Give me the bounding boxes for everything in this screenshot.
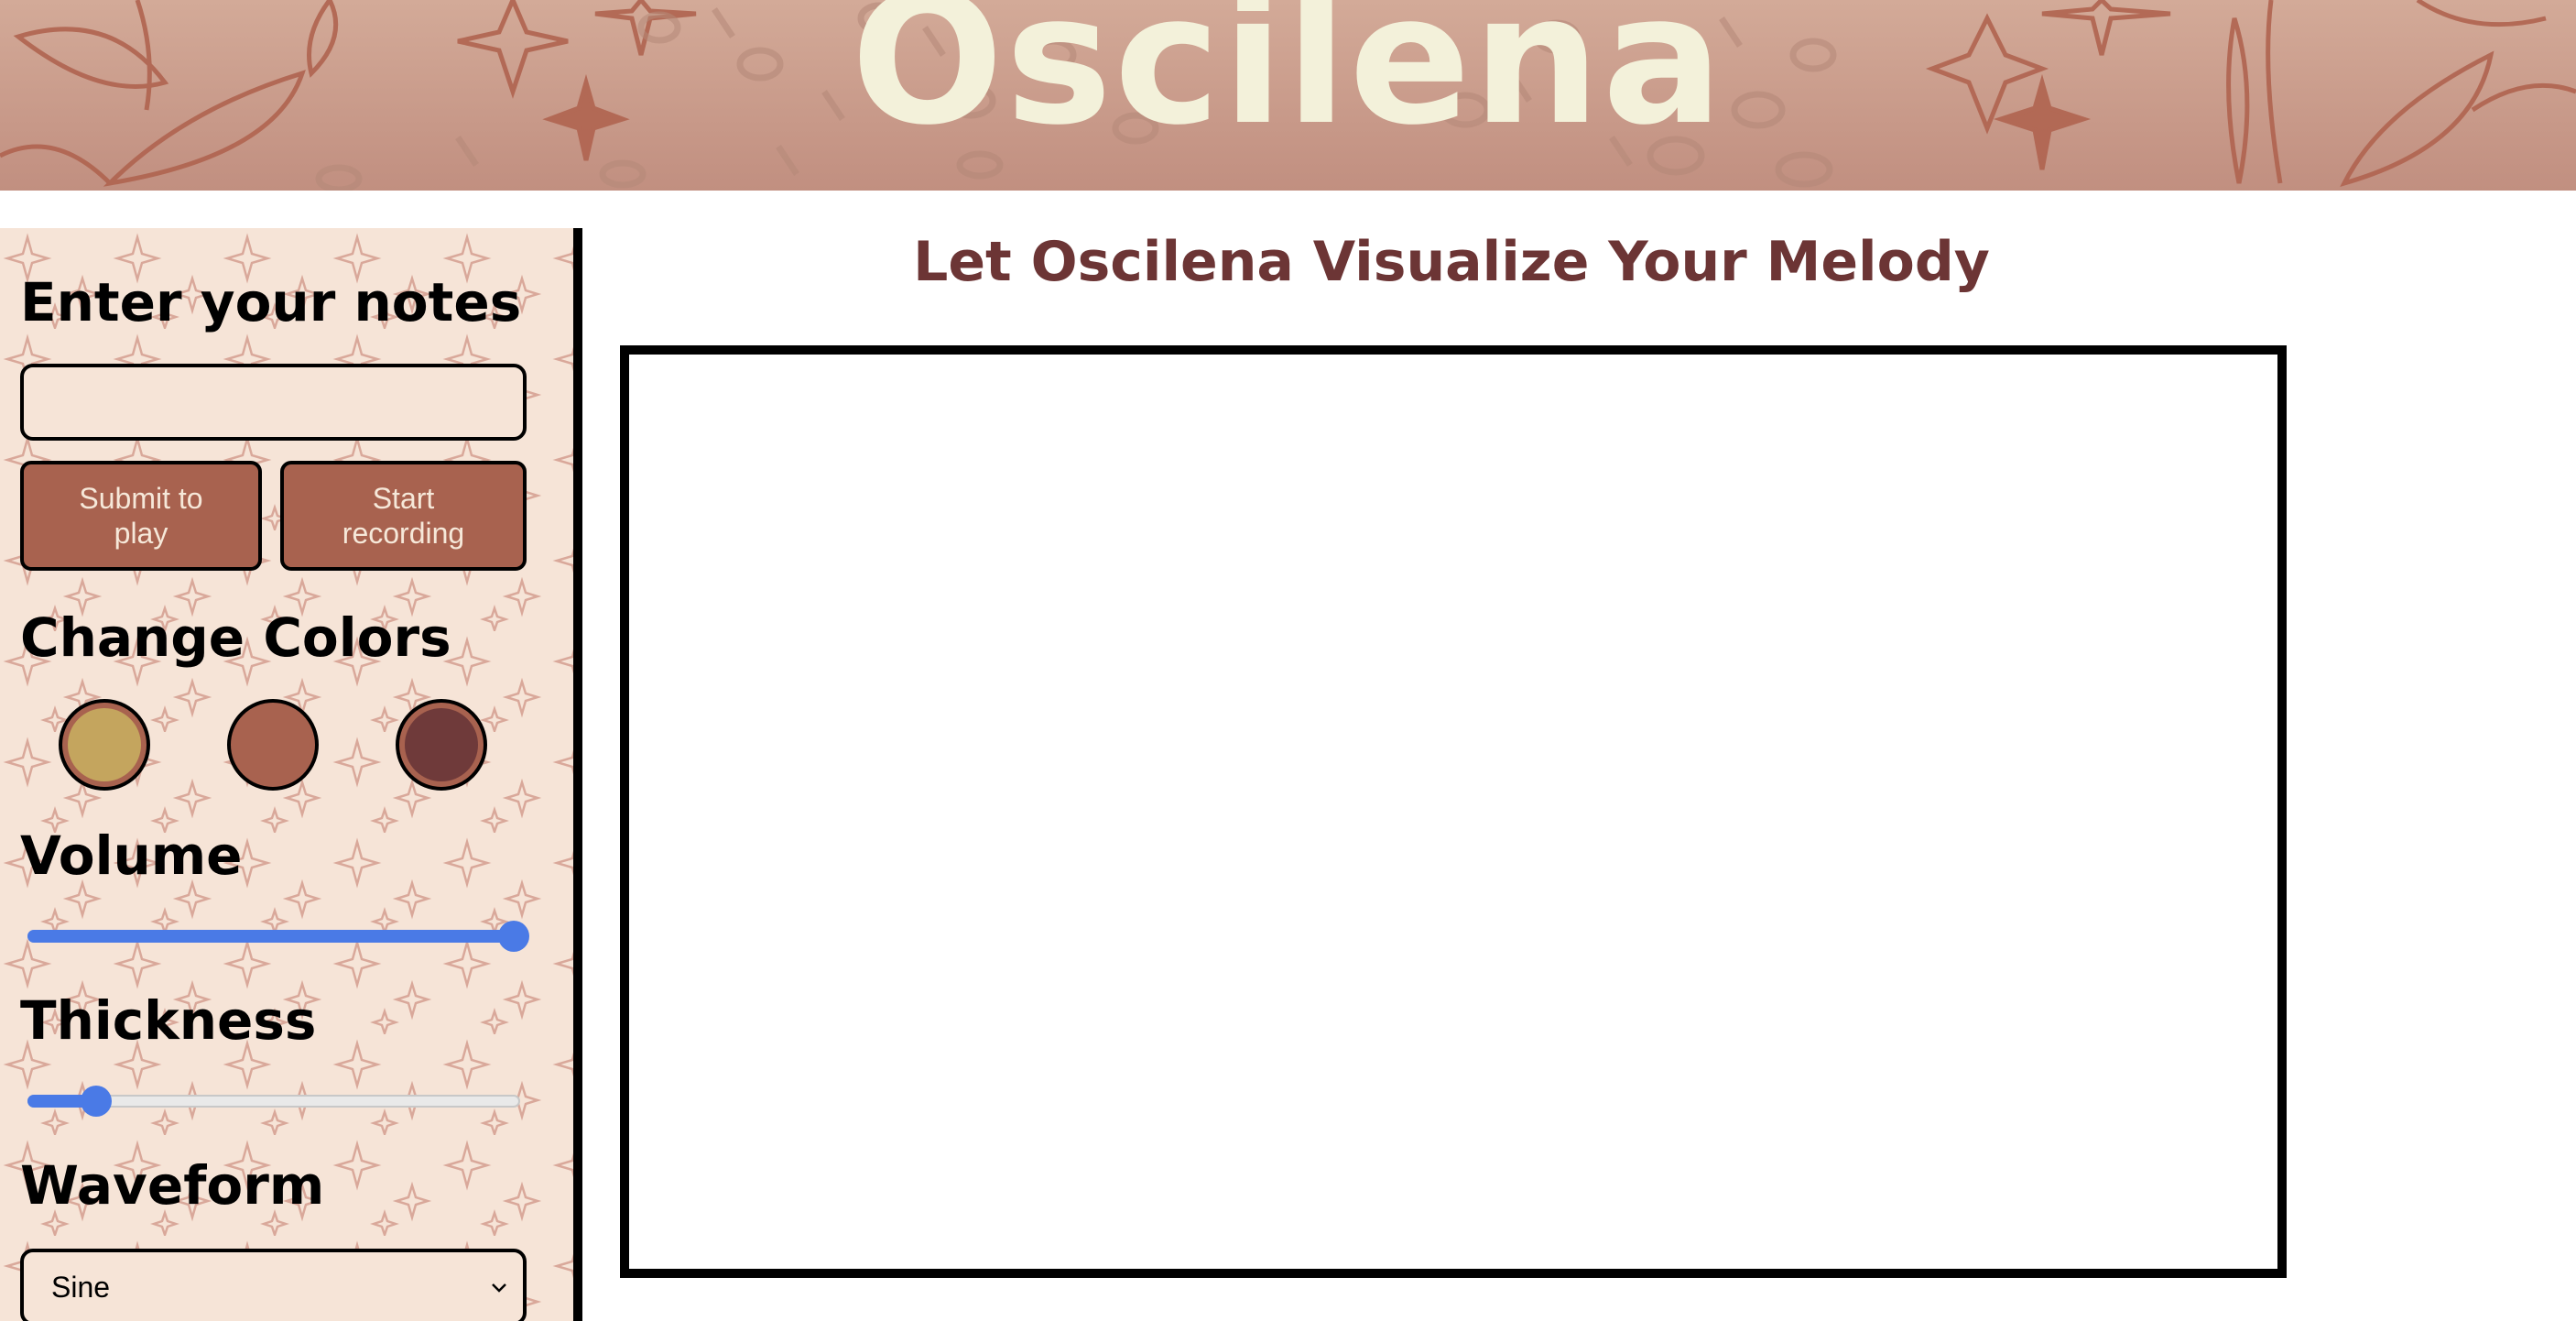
notes-input[interactable] bbox=[20, 364, 527, 441]
color-swatch-terracotta[interactable] bbox=[227, 699, 319, 791]
header-banner: Oscilena bbox=[0, 0, 2576, 191]
color-swatch-maroon[interactable] bbox=[396, 699, 487, 791]
waveform-selected-value: Sine bbox=[51, 1270, 111, 1304]
volume-heading: Volume bbox=[20, 824, 243, 887]
app-title: Oscilena bbox=[851, 0, 1725, 165]
volume-slider-fill bbox=[27, 930, 512, 943]
submit-to-play-button[interactable]: Submit to play bbox=[20, 461, 262, 571]
volume-slider[interactable] bbox=[27, 921, 529, 952]
thickness-slider-thumb[interactable] bbox=[81, 1086, 112, 1117]
swatch-fill bbox=[405, 708, 478, 781]
control-sidebar: Enter your notes Submit to play Start re… bbox=[0, 228, 582, 1321]
thickness-heading: Thickness bbox=[20, 989, 317, 1052]
visualizer-canvas bbox=[620, 345, 2287, 1278]
waveform-select[interactable]: Sine bbox=[20, 1249, 527, 1321]
waveform-heading: Waveform bbox=[20, 1154, 325, 1217]
page-title: Let Oscilena Visualize Your Melody bbox=[913, 230, 1990, 294]
thickness-slider[interactable] bbox=[27, 1086, 520, 1117]
colors-heading: Change Colors bbox=[20, 606, 451, 669]
swatch-fill bbox=[68, 708, 141, 781]
swatch-fill bbox=[236, 708, 310, 781]
color-swatch-gold[interactable] bbox=[59, 699, 150, 791]
notes-heading: Enter your notes bbox=[20, 271, 522, 333]
start-recording-button[interactable]: Start recording bbox=[280, 461, 527, 571]
chevron-down-icon bbox=[492, 1283, 506, 1293]
volume-slider-thumb[interactable] bbox=[498, 921, 529, 952]
